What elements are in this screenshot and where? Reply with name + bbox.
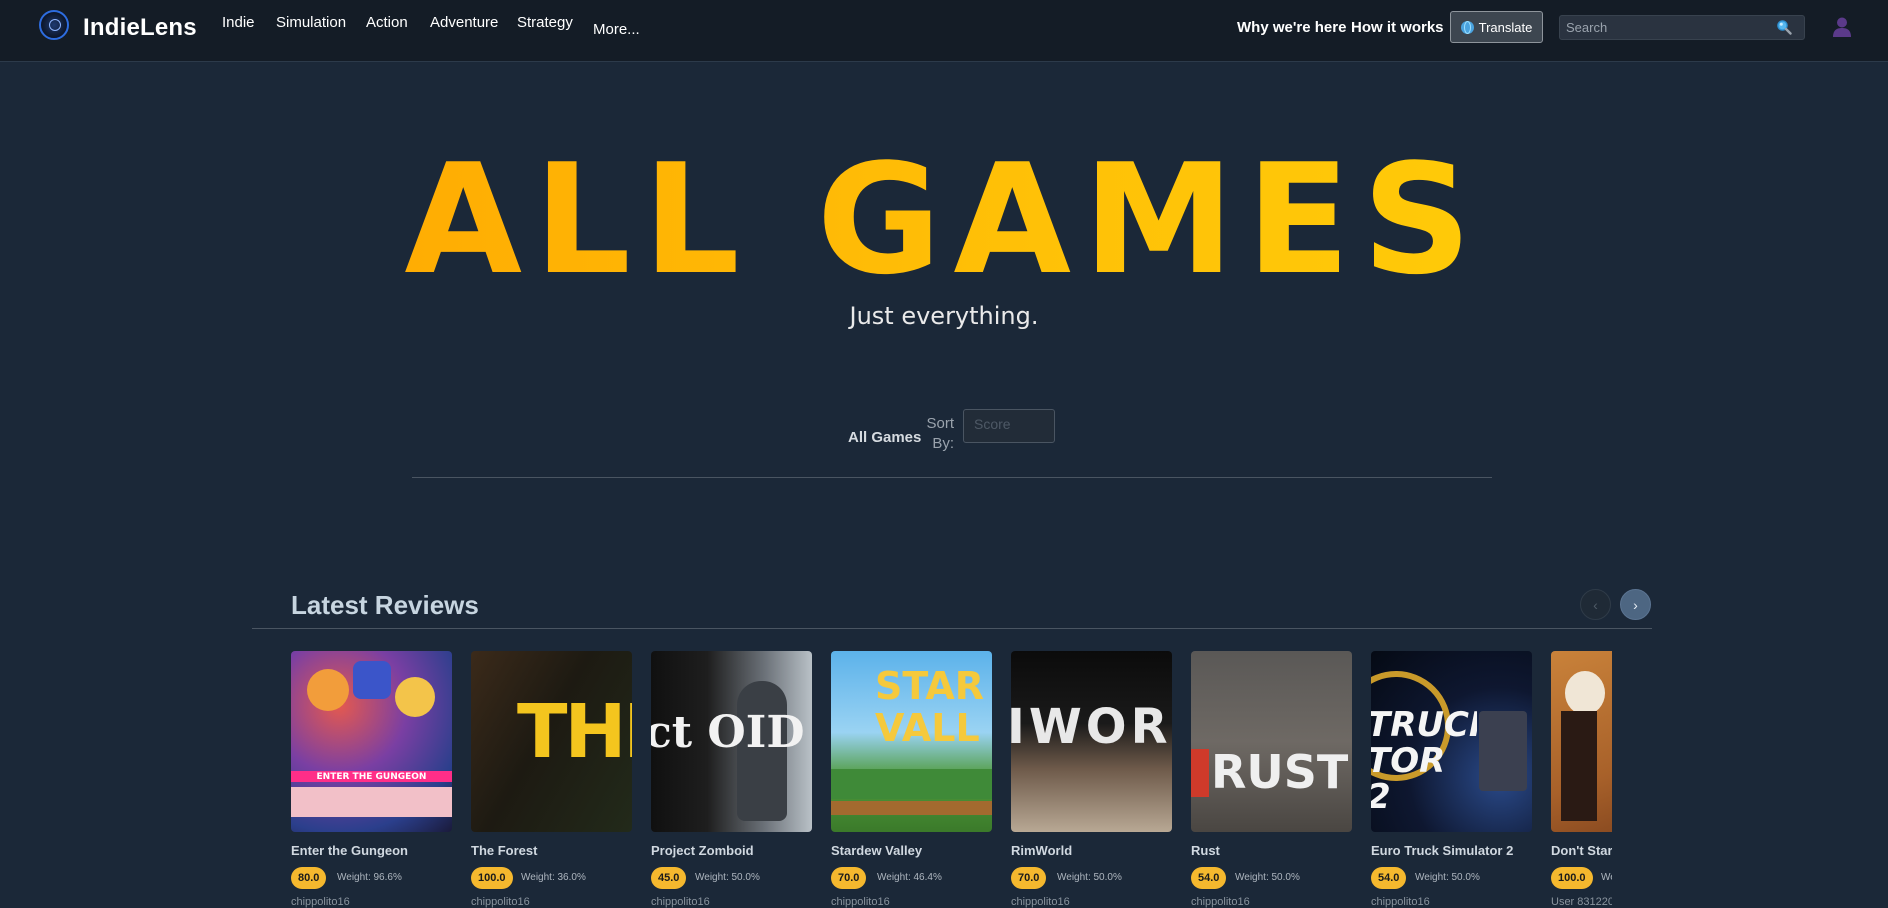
user-icon[interactable]	[1832, 16, 1852, 38]
page-title: ALL GAMES	[0, 144, 1888, 296]
review-card[interactable]: RUST Rust 54.0 Weight: 50.0% chippolito1…	[1191, 651, 1352, 908]
review-card[interactable]: Don't Starve 100.0 Weight: 50.0% User 83…	[1551, 651, 1612, 908]
weight-label: Weight: 36.0%	[521, 872, 586, 883]
game-title[interactable]: The Forest	[471, 843, 537, 858]
reviewer-name[interactable]: chippolito16	[1371, 896, 1430, 908]
weight-label: Weight: 50.0%	[695, 872, 760, 883]
reviewer-name[interactable]: chippolito16	[471, 896, 530, 908]
nav-item-simulation[interactable]: Simulation	[276, 14, 346, 31]
logo-icon[interactable]	[39, 10, 69, 40]
weight-label: Weight: 50.0%	[1235, 872, 1300, 883]
game-title[interactable]: Project Zomboid	[651, 843, 754, 858]
page-subtitle: Just everything.	[849, 302, 1039, 330]
game-title[interactable]: Rust	[1191, 843, 1220, 858]
top-navbar: IndieLens Indie Simulation Action Advent…	[0, 0, 1888, 62]
brand-name[interactable]: IndieLens	[83, 14, 197, 42]
section-divider	[252, 628, 1652, 629]
cover-art-text: TRUCK TOR 2	[1371, 707, 1477, 815]
weight-label: Weight: 50.0%	[1415, 872, 1480, 883]
score-badge: 100.0	[1551, 867, 1593, 889]
nav-item-action[interactable]: Action	[366, 14, 408, 31]
score-badge: 70.0	[831, 867, 867, 889]
weight-label: Weight: 50.0%	[1601, 872, 1612, 883]
search-input[interactable]	[1559, 15, 1805, 40]
game-cover-image[interactable]: RUST	[1191, 651, 1352, 832]
reviewer-name[interactable]: chippolito16	[1191, 896, 1250, 908]
score-badge: 70.0	[1011, 867, 1047, 889]
weight-label: Weight: 96.6%	[337, 872, 402, 883]
score-badge: 100.0	[471, 867, 513, 889]
game-cover-image[interactable]: TRUCK TOR 2	[1371, 651, 1532, 832]
score-badge: 45.0	[651, 867, 687, 889]
cover-art-text: THE FOR	[517, 689, 632, 775]
reviewer-name[interactable]: chippolito16	[291, 896, 350, 908]
translate-label: Translate	[1478, 19, 1533, 35]
review-card[interactable]: ct OID Project Zomboid 45.0 Weight: 50.0…	[651, 651, 812, 908]
review-card[interactable]: IWOR RimWorld 70.0 Weight: 50.0% chippol…	[1011, 651, 1172, 908]
weight-label: Weight: 46.4%	[877, 872, 942, 883]
game-title[interactable]: Stardew Valley	[831, 843, 922, 858]
globe-icon	[1460, 20, 1474, 34]
carousel-prev-button[interactable]: ‹	[1580, 589, 1611, 620]
reviewer-name[interactable]: chippolito16	[1011, 896, 1070, 908]
divider	[412, 477, 1492, 478]
cover-art-text: IWOR	[1011, 699, 1172, 755]
reviewer-name[interactable]: chippolito16	[831, 896, 890, 908]
nav-item-indie[interactable]: Indie	[222, 14, 255, 31]
nav-item-more[interactable]: More...	[593, 21, 640, 38]
game-cover-image[interactable]: IWOR	[1011, 651, 1172, 832]
review-card[interactable]: TRUCK TOR 2 Euro Truck Simulator 2 54.0 …	[1371, 651, 1532, 908]
game-cover-image[interactable]: THE FOR	[471, 651, 632, 832]
nav-item-adventure[interactable]: Adventure	[430, 14, 498, 31]
game-title[interactable]: Don't Starve	[1551, 843, 1612, 858]
cover-art-text: STAR VALL	[875, 665, 985, 749]
review-card[interactable]: ENTER THE GUNGEON Enter the Gungeon 80.0…	[291, 651, 452, 908]
score-badge: 54.0	[1191, 867, 1227, 889]
game-cover-image[interactable]: ct OID	[651, 651, 812, 832]
game-cover-image[interactable]: STAR VALL	[831, 651, 992, 832]
game-title[interactable]: Euro Truck Simulator 2	[1371, 843, 1513, 858]
game-title[interactable]: RimWorld	[1011, 843, 1072, 858]
cover-art-text: RUST	[1211, 745, 1349, 799]
game-cover-image[interactable]: ENTER THE GUNGEON	[291, 651, 452, 832]
cover-art-text: ENTER THE GUNGEON	[316, 772, 427, 782]
score-badge: 54.0	[1371, 867, 1407, 889]
search-icon[interactable]	[1776, 19, 1792, 35]
nav-item-strategy[interactable]: Strategy	[517, 14, 573, 31]
section-title-latest-reviews: Latest Reviews	[291, 590, 479, 620]
game-title[interactable]: Enter the Gungeon	[291, 843, 408, 858]
nav-link-how-it-works[interactable]: How it works	[1351, 19, 1444, 36]
reviewer-name[interactable]: User 831220	[1551, 896, 1612, 908]
cover-art-text: ct OID	[651, 707, 805, 758]
score-badge: 80.0	[291, 867, 327, 889]
carousel-next-button[interactable]: ›	[1620, 589, 1651, 620]
weight-label: Weight: 50.0%	[1057, 872, 1122, 883]
reviewer-name[interactable]: chippolito16	[651, 896, 710, 908]
sort-select[interactable]: Score	[963, 409, 1055, 443]
filter-all-games[interactable]: All Games	[848, 429, 921, 446]
review-card[interactable]: STAR VALL Stardew Valley 70.0 Weight: 46…	[831, 651, 992, 908]
review-card[interactable]: THE FOR The Forest 100.0 Weight: 36.0% c…	[471, 651, 632, 908]
game-cover-image[interactable]	[1551, 651, 1612, 832]
reviews-carousel: ENTER THE GUNGEON Enter the Gungeon 80.0…	[291, 651, 1612, 908]
translate-button[interactable]: Translate	[1450, 11, 1543, 43]
sort-by-label: Sort By:	[926, 415, 954, 452]
nav-link-why-were-here[interactable]: Why we're here	[1237, 19, 1346, 36]
